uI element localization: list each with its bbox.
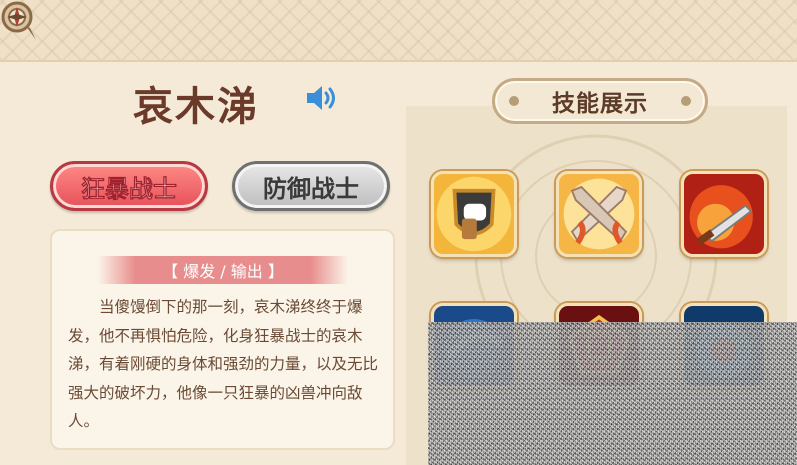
top-banner [0,0,797,62]
shield-fist-icon [434,174,514,254]
character-name: 哀木涕 [133,83,259,130]
description-card: 【 爆发 / 输出 】 当傻馒倒下的那一刻，哀木涕终终于爆发，他不再惧怕危险，化… [50,229,395,450]
skill-slot-3[interactable] [681,171,767,257]
description-text: 当傻馒倒下的那一刻，哀木涕终终于爆发，他不再惧怕危险，化身狂暴战士的哀木涕，有着… [68,298,379,430]
berserker-role-button[interactable]: 狂暴战士 [50,161,208,211]
skill-slot-2[interactable] [556,171,642,257]
skills-title: 技能展示 [552,91,648,117]
skills-title-banner: 技能展示 [492,78,708,124]
speaker-icon[interactable] [304,82,340,114]
defender-role-button[interactable]: 防御战士 [232,161,390,211]
compass-icon[interactable] [0,0,38,42]
crossed-swords-icon [559,174,639,254]
obscured-region [428,322,797,465]
title-left-dot [509,96,519,106]
title-right-dot [681,96,691,106]
fire-sword-icon [684,174,764,254]
skill-slot-1[interactable] [431,171,517,257]
role-tag: 【 爆发 / 输出 】 [98,256,348,284]
